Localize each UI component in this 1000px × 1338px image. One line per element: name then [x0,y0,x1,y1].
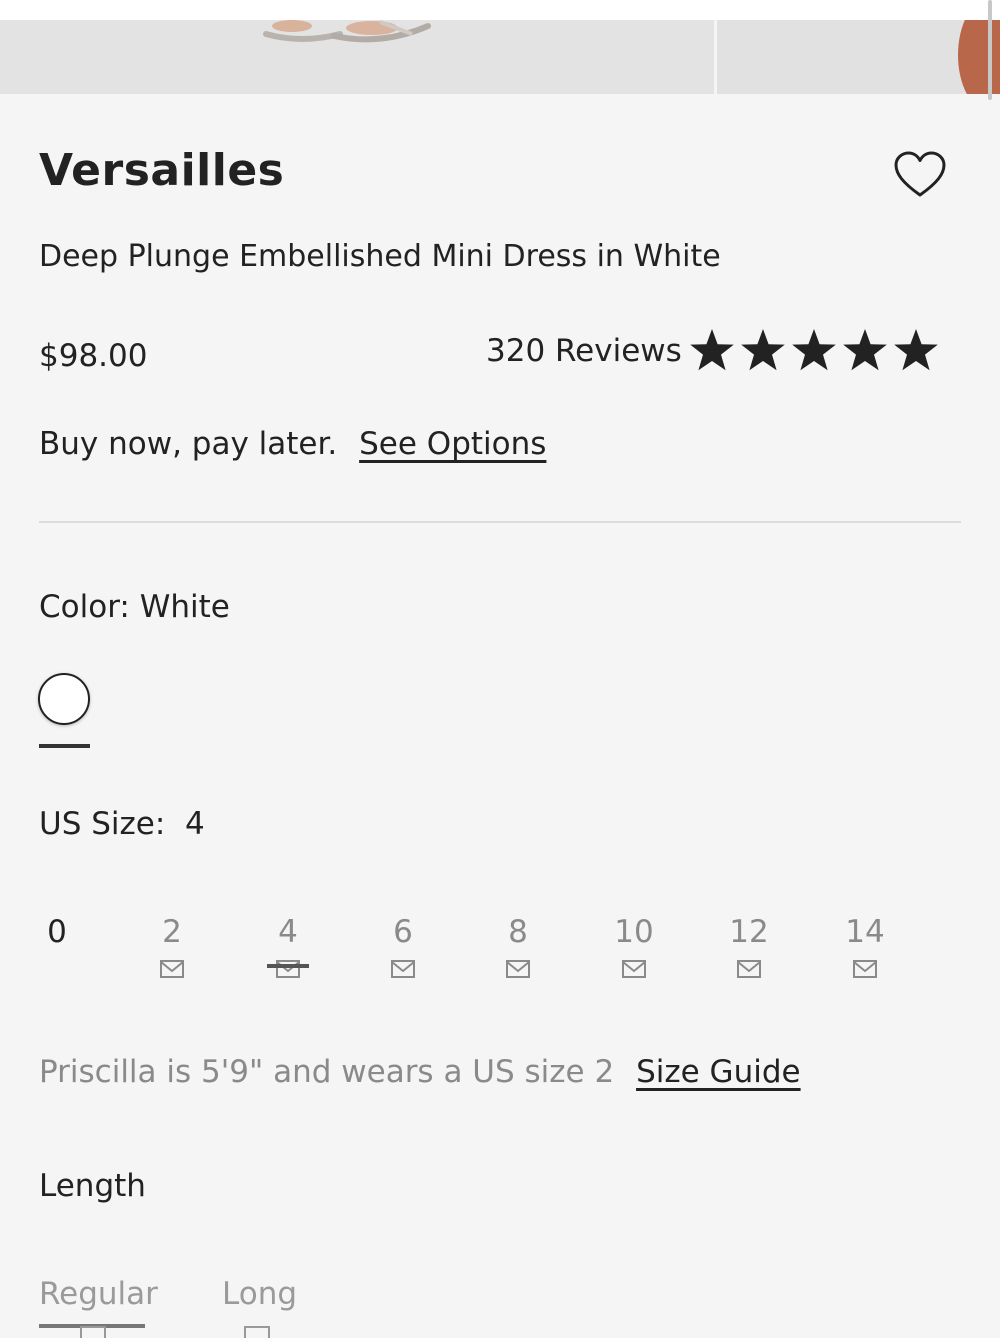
size-option-8[interactable]: 8 [488,912,548,979]
scrollbar[interactable] [988,0,992,100]
mail-icon [737,960,761,978]
sandal-image [263,20,431,43]
star-icon [792,329,836,371]
buy-now-pay-later: Buy now, pay later. See Options [39,426,546,462]
star-icon [741,329,785,371]
product-name: Deep Plunge Embellished Mini Dress in Wh… [39,239,721,274]
size-option-6[interactable]: 6 [373,912,433,979]
size-option-0[interactable]: 0 [27,912,87,952]
length-option-long[interactable]: Long [222,1276,297,1312]
star-icon [690,329,734,371]
heart-outline-icon[interactable] [893,150,947,200]
size-option-label: 6 [393,914,413,950]
mail-icon [160,960,184,978]
star-icon [843,329,887,371]
product-image-gallery[interactable] [0,20,1000,94]
size-option-2[interactable]: 2 [142,912,202,979]
size-option-label: 10 [614,914,654,950]
mail-icon [276,960,300,978]
model-leg-image [958,20,1000,94]
size-option-4[interactable]: 4 [258,912,318,979]
reviews-count-link[interactable]: 320 Reviews [486,333,682,369]
size-guide-link[interactable]: Size Guide [636,1054,801,1090]
divider [39,521,961,523]
brand-name: Versailles [39,145,285,196]
mail-icon [853,960,877,978]
product-image-main[interactable] [0,20,714,94]
size-option-label: 12 [729,914,769,950]
rating-stars[interactable] [688,326,940,374]
star-icon [894,329,938,371]
bnpl-text: Buy now, pay later. [39,426,338,462]
size-option-10[interactable]: 10 [604,912,664,979]
size-option-label: 2 [162,914,182,950]
size-option-label: 4 [278,914,298,950]
status-strip [0,0,1000,20]
mail-icon [622,960,646,978]
size-label: US Size: 4 [39,806,205,842]
size-option-14[interactable]: 14 [835,912,895,979]
product-price: $98.00 [39,338,148,374]
length-option-regular[interactable]: Regular [39,1276,158,1312]
size-option-12[interactable]: 12 [719,912,779,979]
selected-size-indicator [267,964,309,968]
color-swatch-white[interactable] [38,673,90,725]
color-label: Color: White [39,589,230,625]
size-option-label: 0 [47,914,67,950]
mail-icon [244,1326,270,1338]
mail-icon [391,960,415,978]
size-option-label: 14 [845,914,885,950]
product-image-secondary[interactable] [717,20,1000,94]
mail-icon [80,1326,106,1338]
selected-swatch-indicator [39,744,90,748]
mail-icon [506,960,530,978]
see-options-link[interactable]: See Options [359,426,546,462]
length-label: Length [39,1168,146,1204]
model-fit-note: Priscilla is 5'9" and wears a US size 2 … [39,1054,801,1090]
model-fit-text: Priscilla is 5'9" and wears a US size 2 [39,1054,615,1090]
size-option-label: 8 [508,914,528,950]
